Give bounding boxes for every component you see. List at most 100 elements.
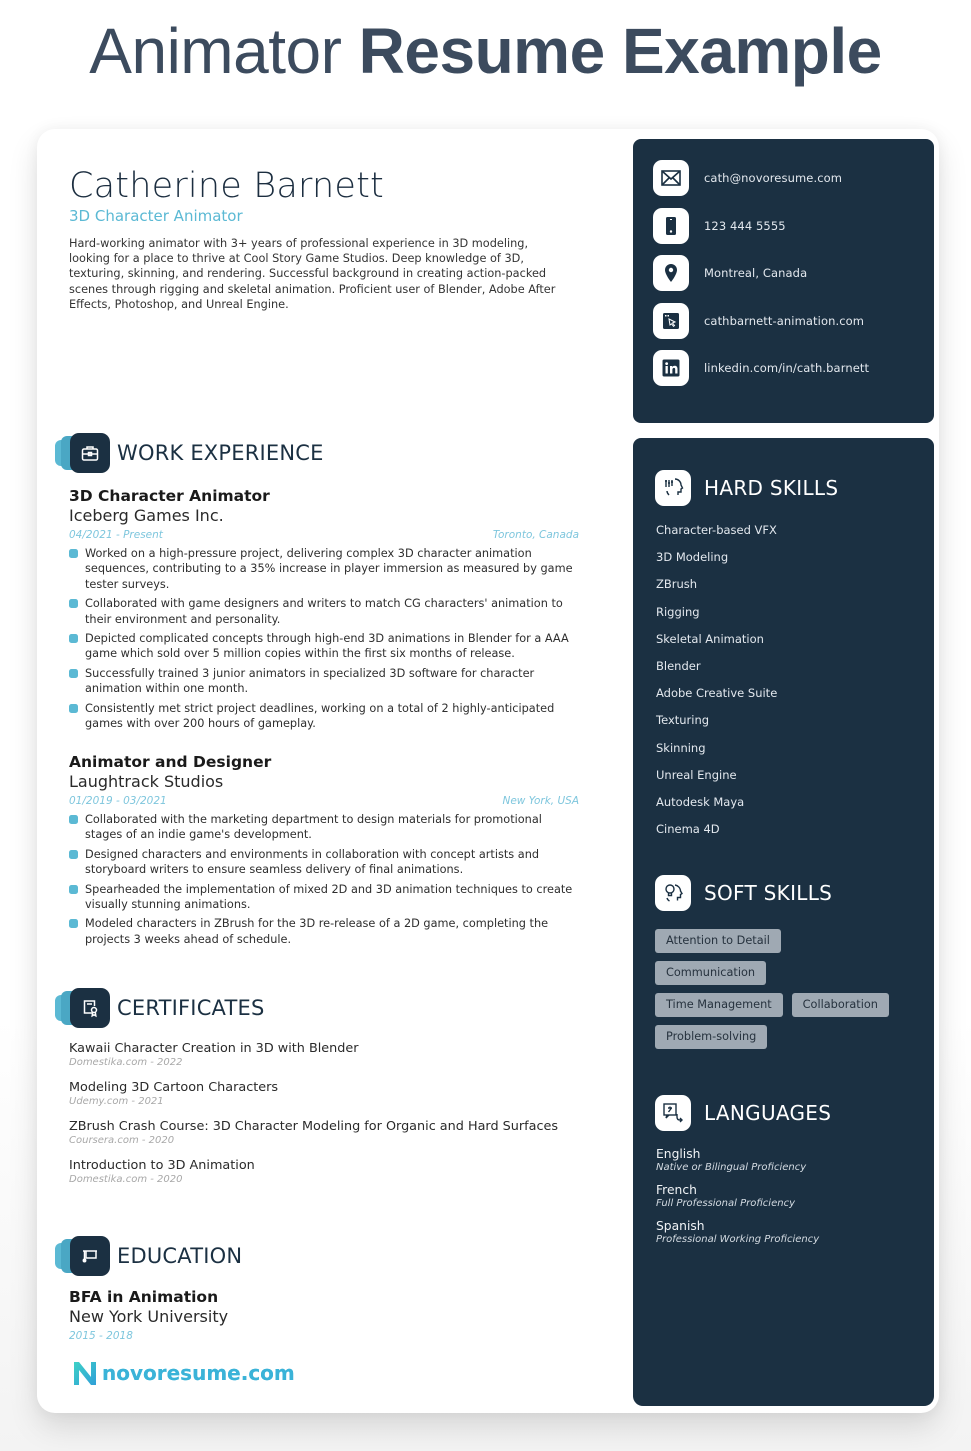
bullet-marker-icon [69, 849, 78, 859]
graduation-cap-icon [70, 1236, 110, 1276]
certificate-source: Udemy.com - 2021 [69, 1096, 164, 1107]
certificate-item: Introduction to 3D Animation Domestika.c… [69, 1158, 589, 1185]
job-company: Laughtrack Studios [69, 772, 224, 791]
job-title: Animator and Designer [69, 753, 272, 771]
contact-linkedin[interactable]: linkedin.com/in/cath.barnett [704, 361, 869, 375]
language-name: English [656, 1147, 701, 1161]
section-title-education: EDUCATION [117, 1244, 243, 1268]
page-title: Animator Resume Example [0, 14, 971, 88]
job-bullets: Collaborated with the marketing departme… [69, 812, 579, 947]
soft-skill-chip: Communication [655, 961, 767, 985]
language-item: Spanish Professional Working Proficiency [656, 1219, 819, 1245]
section-header-work: WORK EXPERIENCE [53, 433, 573, 473]
languages-list: English Native or Bilingual Proficiency … [656, 1147, 819, 1255]
skills-panel: HARD SKILLS Character-based VFX 3D Model… [633, 438, 934, 1406]
contact-location: Montreal, Canada [704, 266, 808, 280]
section-title-soft-skills: SOFT SKILLS [704, 881, 833, 905]
phone-icon [653, 208, 689, 244]
certificate-item: ZBrush Crash Course: 3D Character Modeli… [69, 1119, 589, 1146]
job-bullet: Modeled characters in ZBrush for the 3D … [69, 916, 579, 947]
job-location: New York, USA [502, 795, 579, 807]
job-bullets: Worked on a high-pressure project, deliv… [69, 546, 579, 731]
head-gears-icon [655, 470, 691, 506]
hard-skills-list: Character-based VFX 3D Modeling ZBrush R… [656, 522, 777, 848]
hard-skill-item: Cinema 4D [656, 822, 720, 837]
job-location: Toronto, Canada [492, 529, 579, 541]
summary: Hard-working animator with 3+ years of p… [69, 237, 556, 311]
contact-phone: 123 444 5555 [704, 219, 786, 233]
language-level: Native or Bilingual Proficiency [656, 1162, 807, 1173]
education-degree: BFA in Animation [69, 1288, 219, 1306]
hard-skill-item: Unreal Engine [656, 767, 737, 782]
bullet-marker-icon [69, 634, 78, 644]
section-header-languages: LANGUAGES [655, 1095, 831, 1131]
language-name: French [656, 1183, 697, 1197]
bullet-marker-icon [69, 668, 78, 678]
soft-skill-chip: Time Management [655, 993, 783, 1017]
certificate-source: Domestika.com - 2020 [69, 1174, 183, 1185]
bullet-marker-icon [69, 703, 78, 713]
candidate-role: 3D Character Animator [69, 207, 243, 225]
contact-item-email: cath@novoresume.com [653, 160, 842, 196]
hard-skill-item: Skeletal Animation [656, 631, 764, 646]
brand-logo: novoresume.com [72, 1360, 295, 1386]
soft-skill-chip: Attention to Detail [655, 929, 781, 953]
bullet-marker-icon [69, 549, 78, 558]
contact-item-linkedin: linkedin.com/in/cath.barnett [653, 350, 869, 386]
section-header-hard-skills: HARD SKILLS [655, 470, 838, 506]
language-item: English Native or Bilingual Proficiency [656, 1147, 819, 1173]
job-title: 3D Character Animator [69, 487, 270, 505]
bullet-marker-icon [69, 884, 78, 894]
language-name: Spanish [656, 1219, 705, 1233]
job-bullet: Designed characters and environments in … [69, 847, 579, 878]
map-pin-icon [653, 255, 689, 291]
hard-skill-item: ZBrush [656, 577, 698, 592]
job-bullet: Spearheaded the implementation of mixed … [69, 882, 579, 913]
soft-skill-chip: Problem-solving [655, 1025, 768, 1049]
job-bullet: Depicted complicated concepts through hi… [69, 631, 579, 662]
lightbulb-head-icon [655, 875, 691, 911]
envelope-icon [653, 160, 689, 196]
soft-skills-list: Attention to Detail Communication Time M… [655, 929, 915, 1057]
job-bullet: Successfully trained 3 junior animators … [69, 666, 579, 697]
section-title-hard-skills: HARD SKILLS [704, 476, 839, 500]
job-dates: 01/2019 - 03/2021 [69, 795, 167, 807]
education-entry: BFA in Animation New York University 201… [69, 1288, 228, 1342]
hard-skill-item: Blender [656, 658, 701, 673]
language-level: Professional Working Proficiency [656, 1234, 820, 1245]
contact-item-location: Montreal, Canada [653, 255, 807, 291]
job-bullet: Collaborated with game designers and wri… [69, 596, 579, 627]
certificate-name: Introduction to 3D Animation [69, 1158, 255, 1173]
job-entry: Animator and Designer Laughtrack Studios… [69, 753, 579, 951]
language-item: French Full Professional Proficiency [656, 1183, 819, 1209]
hard-skill-item: Texturing [656, 713, 710, 728]
brand-wordmark: novoresume.com [102, 1361, 295, 1385]
candidate-name: Catherine Barnett [69, 166, 384, 206]
certificates-list: Kawaii Character Creation in 3D with Ble… [69, 1041, 589, 1197]
section-header-certificates: CERTIFICATES [53, 988, 573, 1028]
contact-website[interactable]: cathbarnett-animation.com [704, 314, 864, 328]
certificate-source: Domestika.com - 2022 [69, 1057, 183, 1068]
education-dates: 2015 - 2018 [69, 1330, 133, 1342]
certificate-name: Kawaii Character Creation in 3D with Ble… [69, 1041, 359, 1056]
hard-skill-item: Adobe Creative Suite [656, 686, 778, 701]
section-title-work: WORK EXPERIENCE [117, 441, 324, 465]
bullet-marker-icon [69, 919, 78, 929]
briefcase-icon [70, 433, 110, 473]
education-school: New York University [69, 1307, 229, 1326]
certificate-name: ZBrush Crash Course: 3D Character Modeli… [69, 1119, 559, 1134]
job-bullet: Collaborated with the marketing departme… [69, 812, 579, 843]
soft-skill-chip: Collaboration [791, 993, 889, 1017]
hard-skill-item: 3D Modeling [656, 550, 729, 565]
certificate-item: Kawaii Character Creation in 3D with Ble… [69, 1041, 589, 1068]
job-entry: 3D Character Animator Iceberg Games Inc.… [69, 487, 579, 735]
hard-skill-item: Autodesk Maya [656, 794, 745, 809]
hard-skill-item: Character-based VFX [656, 523, 777, 537]
job-bullet: Consistently met strict project deadline… [69, 701, 579, 732]
language-level: Full Professional Proficiency [656, 1198, 795, 1209]
linkedin-icon [653, 350, 689, 386]
contact-email[interactable]: cath@novoresume.com [704, 171, 842, 185]
section-header-education: EDUCATION [53, 1236, 573, 1276]
novoresume-logo-icon [74, 1362, 96, 1385]
contact-item-website: cathbarnett-animation.com [653, 303, 864, 339]
